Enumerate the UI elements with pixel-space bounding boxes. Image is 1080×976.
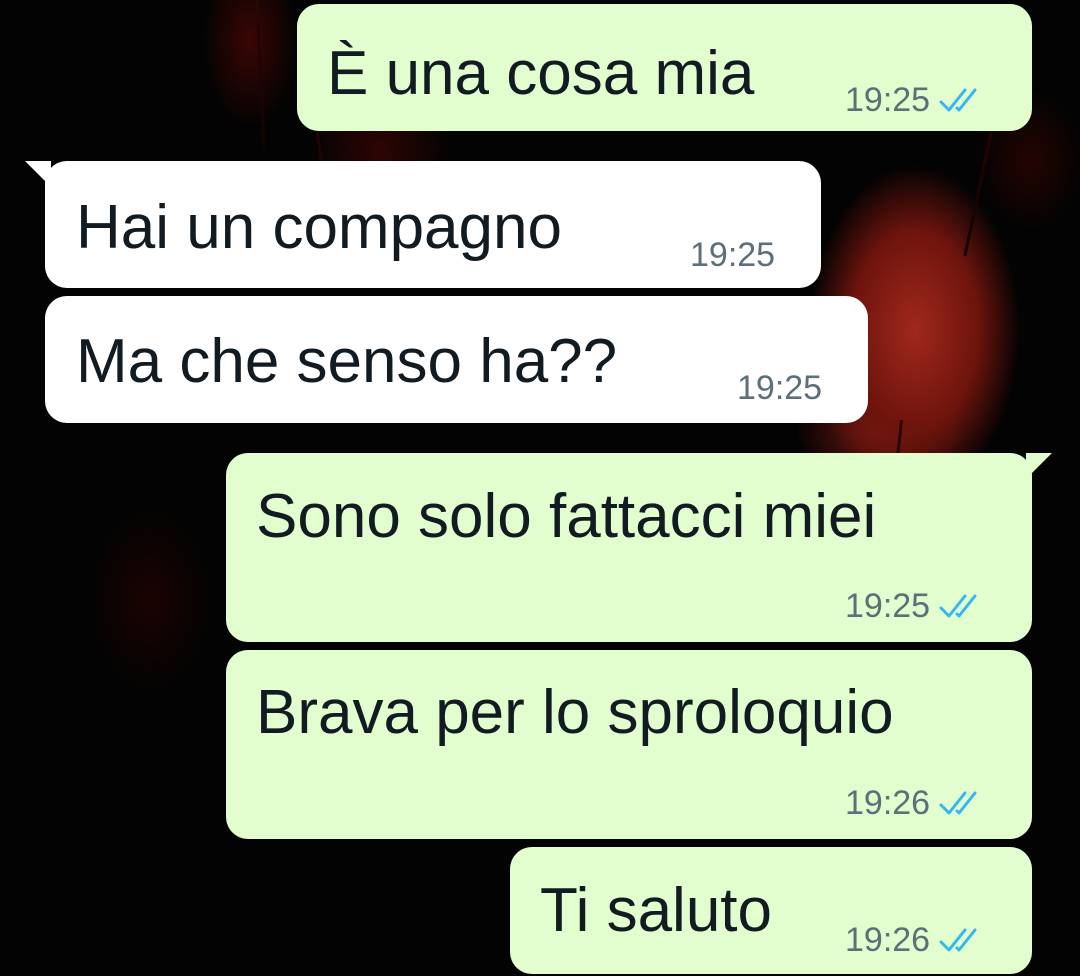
- double-check-icon: [939, 88, 977, 112]
- message-bubble-outgoing[interactable]: Brava per lo sproloquio 19:26: [226, 650, 1032, 839]
- message-bubble-outgoing[interactable]: È una cosa mia 19:25: [297, 4, 1032, 131]
- message-meta: 19:25: [690, 235, 775, 275]
- message-meta: 19:25: [845, 80, 984, 120]
- message-text: È una cosa mia: [327, 39, 755, 108]
- message-timestamp: 19:25: [845, 81, 931, 119]
- double-check-icon: [939, 928, 977, 952]
- message-bubble-outgoing[interactable]: Ti saluto 19:26: [510, 847, 1032, 974]
- message-bubble-incoming[interactable]: Ma che senso ha?? 19:25: [45, 296, 868, 423]
- message-meta: 19:25: [737, 368, 822, 408]
- message-meta: 19:26: [845, 783, 984, 823]
- message-bubble-incoming[interactable]: Hai un compagno 19:25: [25, 161, 821, 288]
- message-text: Hai un compagno: [76, 193, 562, 262]
- double-check-icon: [939, 791, 977, 815]
- bubble-tail: [25, 161, 51, 187]
- message-text: Ma che senso ha??: [76, 327, 618, 396]
- bubble-tail: [1026, 453, 1052, 479]
- message-timestamp: 19:26: [845, 784, 931, 822]
- message-timestamp: 19:25: [737, 369, 823, 407]
- double-check-icon: [939, 594, 977, 618]
- message-timestamp: 19:25: [690, 236, 776, 274]
- message-meta: 19:26: [845, 920, 984, 960]
- message-text: Ti saluto: [540, 876, 773, 945]
- message-bubble-outgoing[interactable]: Sono solo fattacci miei 19:25: [226, 453, 1052, 642]
- message-timestamp: 19:26: [845, 921, 931, 959]
- message-text: Brava per lo sproloquio: [256, 678, 894, 747]
- message-text: Sono solo fattacci miei: [256, 482, 877, 551]
- message-meta: 19:25: [845, 586, 984, 626]
- message-timestamp: 19:25: [845, 587, 931, 625]
